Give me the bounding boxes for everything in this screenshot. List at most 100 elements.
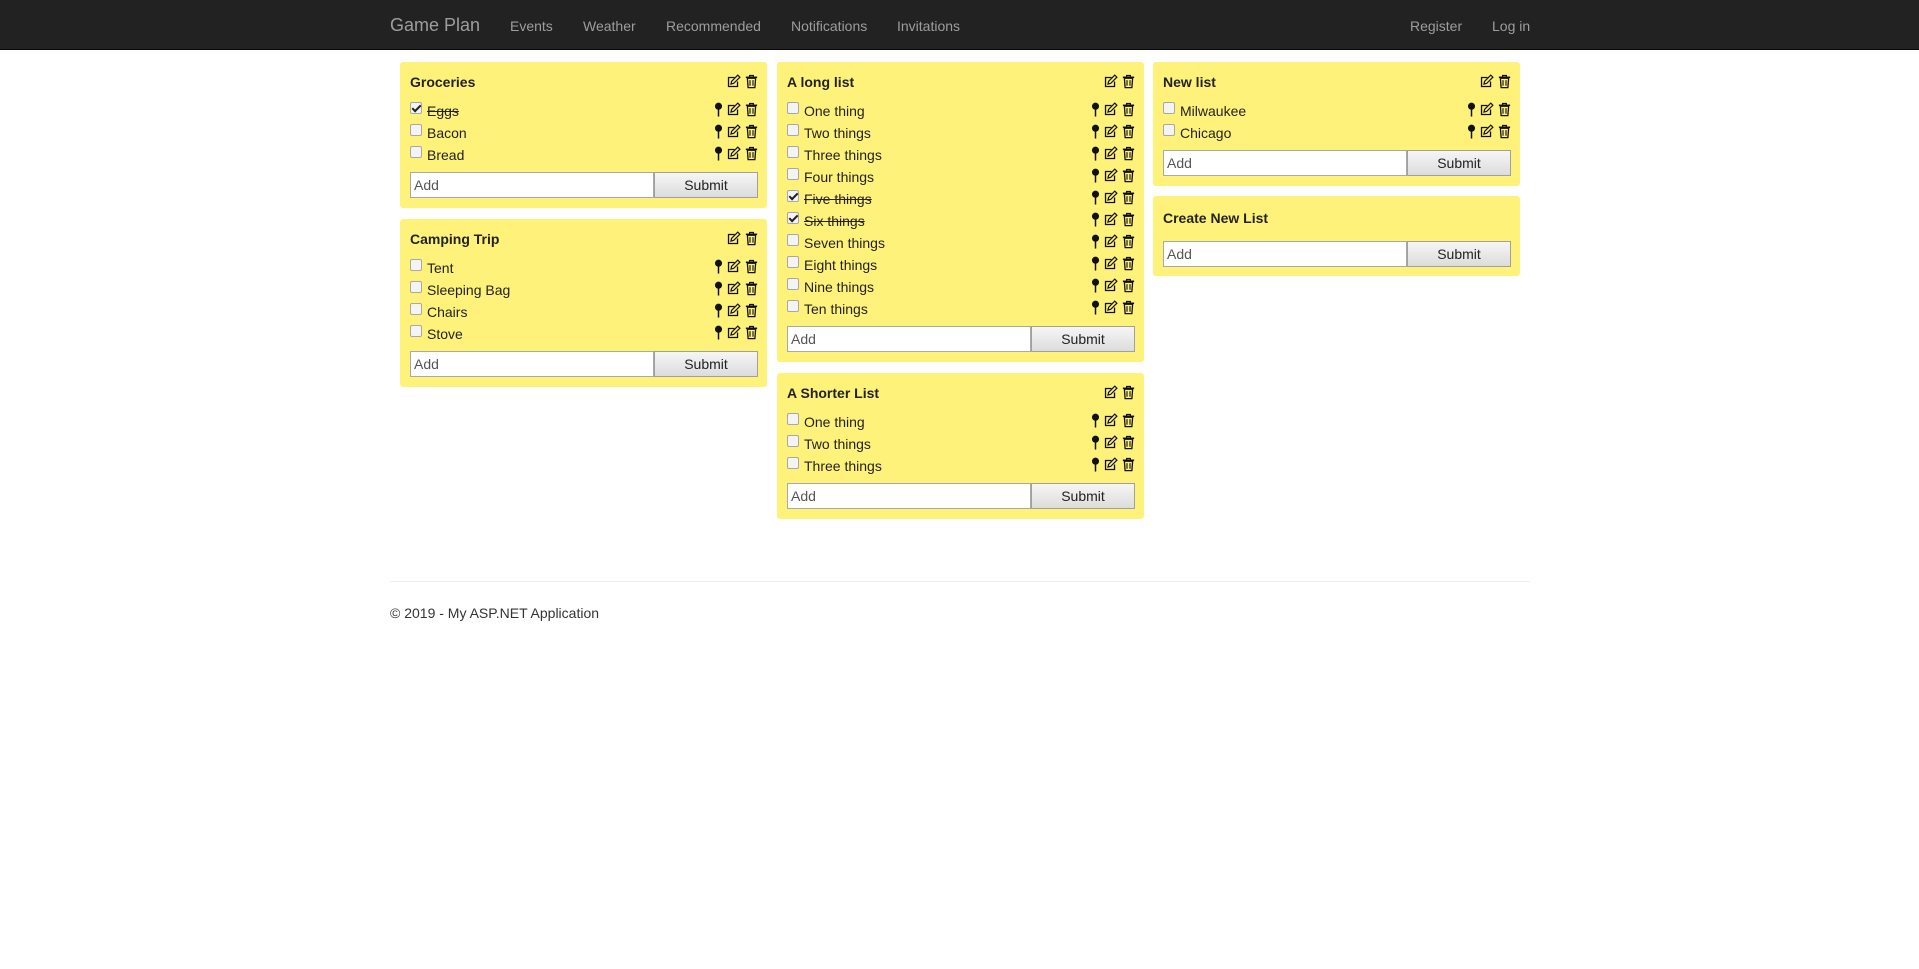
edit-icon[interactable] bbox=[726, 124, 741, 139]
pin-icon[interactable] bbox=[1091, 413, 1100, 428]
edit-icon[interactable] bbox=[726, 102, 741, 117]
trash-icon[interactable] bbox=[1121, 168, 1136, 183]
pin-icon[interactable] bbox=[714, 325, 723, 340]
trash-icon[interactable] bbox=[744, 146, 759, 161]
pin-icon[interactable] bbox=[714, 102, 723, 117]
add-item-input[interactable] bbox=[787, 483, 1031, 509]
edit-icon[interactable] bbox=[1103, 212, 1118, 227]
add-item-input[interactable] bbox=[410, 172, 654, 198]
trash-icon[interactable] bbox=[744, 74, 759, 89]
edit-icon[interactable] bbox=[726, 146, 741, 161]
nav-link-notifications[interactable]: Notifications bbox=[791, 17, 867, 35]
nav-link-events[interactable]: Events bbox=[510, 17, 553, 35]
item-checkbox[interactable] bbox=[410, 124, 422, 136]
brand-link[interactable]: Game Plan bbox=[390, 15, 480, 35]
edit-icon[interactable] bbox=[1479, 74, 1494, 89]
pin-icon[interactable] bbox=[1091, 278, 1100, 293]
pin-icon[interactable] bbox=[714, 124, 723, 139]
item-checkbox[interactable] bbox=[410, 146, 422, 158]
trash-icon[interactable] bbox=[744, 102, 759, 117]
pin-icon[interactable] bbox=[1467, 124, 1476, 139]
edit-icon[interactable] bbox=[1103, 124, 1118, 139]
pin-icon[interactable] bbox=[714, 281, 723, 296]
trash-icon[interactable] bbox=[1121, 146, 1136, 161]
pin-icon[interactable] bbox=[714, 259, 723, 274]
trash-icon[interactable] bbox=[1497, 74, 1512, 89]
trash-icon[interactable] bbox=[744, 124, 759, 139]
item-checkbox[interactable] bbox=[1163, 124, 1175, 136]
trash-icon[interactable] bbox=[1121, 190, 1136, 205]
edit-icon[interactable] bbox=[1103, 457, 1118, 472]
trash-icon[interactable] bbox=[1121, 413, 1136, 428]
add-item-submit-button[interactable]: Submit bbox=[1031, 326, 1135, 352]
trash-icon[interactable] bbox=[1497, 124, 1512, 139]
add-item-submit-button[interactable]: Submit bbox=[654, 172, 758, 198]
item-checkbox[interactable] bbox=[787, 457, 799, 469]
edit-icon[interactable] bbox=[1103, 190, 1118, 205]
pin-icon[interactable] bbox=[1091, 212, 1100, 227]
item-checkbox[interactable] bbox=[1163, 102, 1175, 114]
item-checkbox[interactable] bbox=[787, 124, 799, 136]
item-checkbox[interactable] bbox=[787, 168, 799, 180]
new-list-name-input[interactable] bbox=[1163, 241, 1407, 267]
nav-link-invitations[interactable]: Invitations bbox=[897, 17, 960, 35]
item-checkbox[interactable] bbox=[787, 190, 799, 202]
item-checkbox[interactable] bbox=[787, 278, 799, 290]
create-list-submit-button[interactable]: Submit bbox=[1407, 241, 1511, 267]
edit-icon[interactable] bbox=[726, 325, 741, 340]
pin-icon[interactable] bbox=[1467, 102, 1476, 117]
item-checkbox[interactable] bbox=[410, 281, 422, 293]
edit-icon[interactable] bbox=[1103, 146, 1118, 161]
add-item-input[interactable] bbox=[787, 326, 1031, 352]
item-checkbox[interactable] bbox=[787, 256, 799, 268]
trash-icon[interactable] bbox=[744, 303, 759, 318]
pin-icon[interactable] bbox=[1091, 256, 1100, 271]
edit-icon[interactable] bbox=[726, 281, 741, 296]
pin-icon[interactable] bbox=[1091, 146, 1100, 161]
edit-icon[interactable] bbox=[1103, 168, 1118, 183]
pin-icon[interactable] bbox=[1091, 168, 1100, 183]
add-item-submit-button[interactable]: Submit bbox=[654, 351, 758, 377]
pin-icon[interactable] bbox=[1091, 190, 1100, 205]
edit-icon[interactable] bbox=[1103, 435, 1118, 450]
edit-icon[interactable] bbox=[1103, 234, 1118, 249]
item-checkbox[interactable] bbox=[787, 212, 799, 224]
trash-icon[interactable] bbox=[1497, 102, 1512, 117]
pin-icon[interactable] bbox=[1091, 435, 1100, 450]
edit-icon[interactable] bbox=[1103, 300, 1118, 315]
edit-icon[interactable] bbox=[726, 231, 741, 246]
edit-icon[interactable] bbox=[1103, 256, 1118, 271]
add-item-input[interactable] bbox=[1163, 150, 1407, 176]
nav-link-recommended[interactable]: Recommended bbox=[666, 17, 761, 35]
edit-icon[interactable] bbox=[1103, 413, 1118, 428]
nav-link-register[interactable]: Register bbox=[1410, 17, 1462, 35]
trash-icon[interactable] bbox=[1121, 435, 1136, 450]
add-item-input[interactable] bbox=[410, 351, 654, 377]
edit-icon[interactable] bbox=[726, 303, 741, 318]
pin-icon[interactable] bbox=[1091, 102, 1100, 117]
edit-icon[interactable] bbox=[1479, 124, 1494, 139]
trash-icon[interactable] bbox=[1121, 256, 1136, 271]
add-item-submit-button[interactable]: Submit bbox=[1407, 150, 1511, 176]
edit-icon[interactable] bbox=[1103, 385, 1118, 400]
pin-icon[interactable] bbox=[1091, 234, 1100, 249]
pin-icon[interactable] bbox=[714, 146, 723, 161]
trash-icon[interactable] bbox=[1121, 278, 1136, 293]
trash-icon[interactable] bbox=[1121, 457, 1136, 472]
item-checkbox[interactable] bbox=[410, 259, 422, 271]
item-checkbox[interactable] bbox=[787, 234, 799, 246]
item-checkbox[interactable] bbox=[787, 146, 799, 158]
pin-icon[interactable] bbox=[1091, 300, 1100, 315]
item-checkbox[interactable] bbox=[410, 325, 422, 337]
trash-icon[interactable] bbox=[1121, 124, 1136, 139]
trash-icon[interactable] bbox=[1121, 212, 1136, 227]
trash-icon[interactable] bbox=[744, 281, 759, 296]
edit-icon[interactable] bbox=[1103, 74, 1118, 89]
trash-icon[interactable] bbox=[1121, 102, 1136, 117]
trash-icon[interactable] bbox=[1121, 234, 1136, 249]
item-checkbox[interactable] bbox=[787, 300, 799, 312]
pin-icon[interactable] bbox=[1091, 124, 1100, 139]
trash-icon[interactable] bbox=[1121, 300, 1136, 315]
pin-icon[interactable] bbox=[714, 303, 723, 318]
edit-icon[interactable] bbox=[1103, 102, 1118, 117]
